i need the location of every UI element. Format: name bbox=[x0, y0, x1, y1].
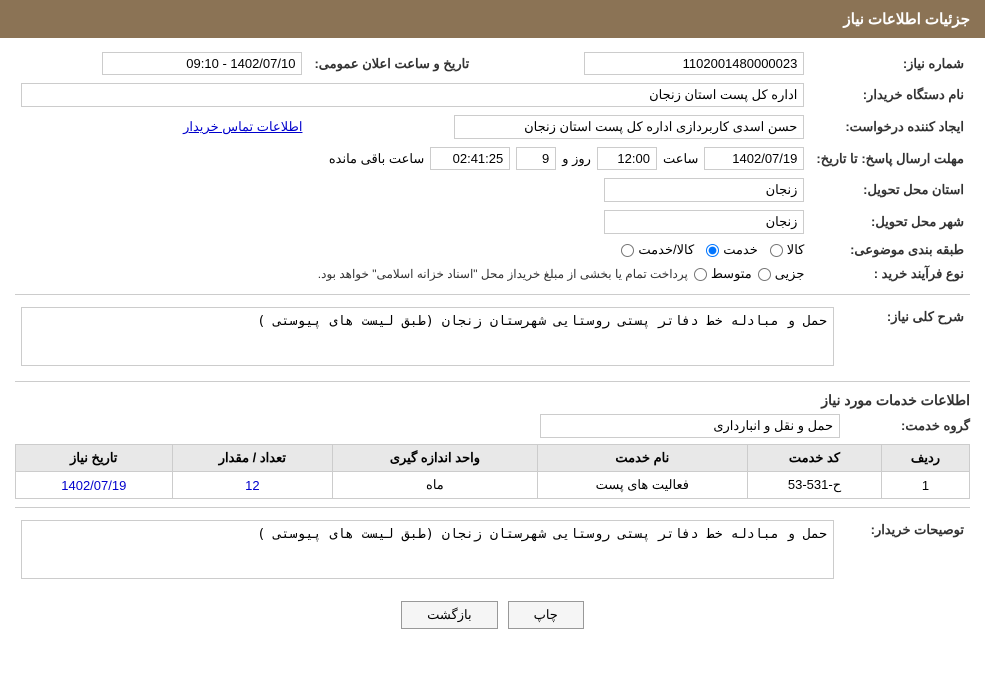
page-wrapper: جزئیات اطلاعات نیاز شماره نیاز: 11020014… bbox=[0, 0, 985, 691]
category-option-service: خدمت bbox=[706, 242, 758, 258]
purchase-radio-partial[interactable] bbox=[758, 268, 771, 281]
print-button[interactable]: چاپ bbox=[508, 601, 584, 629]
col-header-code: کد خدمت bbox=[747, 445, 881, 472]
purchase-partial-label: جزیی bbox=[775, 266, 805, 282]
purchase-type-partial: جزیی bbox=[758, 266, 805, 282]
cell-unit: ماه bbox=[333, 472, 537, 499]
deadline-time-label: ساعت bbox=[663, 151, 698, 167]
category-radio-goods[interactable] bbox=[770, 244, 783, 257]
need-description-label: شرح کلی نیاز: bbox=[840, 303, 970, 373]
service-group-value: حمل و نقل و انبارداری bbox=[540, 414, 840, 438]
deadline-remaining: 02:41:25 bbox=[430, 147, 510, 170]
back-button[interactable]: بازگشت bbox=[401, 601, 497, 629]
category-both-label: کالا/خدمت bbox=[638, 242, 694, 258]
cell-date: 1402/07/19 bbox=[16, 472, 173, 499]
buyer-desc-table: توصیحات خریدار: bbox=[15, 516, 970, 586]
cell-qty: 12 bbox=[172, 472, 333, 499]
service-group-row: گروه خدمت: حمل و نقل و انبارداری bbox=[15, 414, 970, 438]
purchase-medium-label: متوسط bbox=[711, 266, 752, 282]
city-value: زنجان bbox=[604, 210, 804, 234]
col-header-qty: تعداد / مقدار bbox=[172, 445, 333, 472]
action-buttons: چاپ بازگشت bbox=[15, 601, 970, 629]
table-row: 1 ح-531-53 فعالیت های پست ماه 12 1402/07… bbox=[16, 472, 970, 499]
creator-value: حسن اسدی کاربردازی اداره کل پست استان زن… bbox=[454, 115, 804, 139]
category-option-goods: کالا bbox=[770, 242, 805, 258]
province-value: زنجان bbox=[604, 178, 804, 202]
deadline-label: مهلت ارسال پاسخ: تا تاریخ: bbox=[810, 143, 970, 174]
services-table: ردیف کد خدمت نام خدمت واحد اندازه گیری ت… bbox=[15, 444, 970, 499]
purchase-radio-medium[interactable] bbox=[694, 268, 707, 281]
category-radio-both[interactable] bbox=[621, 244, 634, 257]
need-number-value: 1102001480000023 bbox=[584, 52, 804, 75]
col-header-unit: واحد اندازه گیری bbox=[333, 445, 537, 472]
category-radio-group: کالا خدمت کالا/خدمت bbox=[21, 242, 804, 258]
category-label: طبقه بندی موضوعی: bbox=[810, 238, 970, 262]
city-label: شهر محل تحویل: bbox=[810, 206, 970, 238]
date-label: تاریخ و ساعت اعلان عمومی: bbox=[308, 48, 489, 79]
deadline-remaining-label: ساعت باقی مانده bbox=[329, 151, 424, 167]
province-label: استان محل تحویل: bbox=[810, 174, 970, 206]
services-section-title: اطلاعات خدمات مورد نیاز bbox=[15, 392, 970, 409]
buyer-description-label: توصیحات خریدار: bbox=[840, 516, 970, 586]
buyer-description-textarea[interactable] bbox=[21, 520, 834, 579]
purchase-type-note: پرداخت تمام یا بخشی از مبلغ خریداز محل "… bbox=[318, 267, 688, 281]
deadline-date: 1402/07/19 bbox=[704, 147, 804, 170]
cell-row: 1 bbox=[881, 472, 969, 499]
category-service-label: خدمت bbox=[723, 242, 758, 258]
deadline-time: 12:00 bbox=[597, 147, 657, 170]
cell-code: ح-531-53 bbox=[747, 472, 881, 499]
deadline-days-label: روز و bbox=[562, 151, 591, 167]
buyer-org-value: اداره کل پست استان زنجان bbox=[21, 83, 804, 107]
cell-name: فعالیت های پست bbox=[537, 472, 747, 499]
category-option-both: کالا/خدمت bbox=[621, 242, 694, 258]
need-description-textarea[interactable] bbox=[21, 307, 834, 366]
page-title: جزئیات اطلاعات نیاز bbox=[844, 11, 971, 28]
service-group-label: گروه خدمت: bbox=[840, 418, 970, 434]
divider-3 bbox=[15, 507, 970, 508]
deadline-days: 9 bbox=[516, 147, 556, 170]
description-table: شرح کلی نیاز: bbox=[15, 303, 970, 373]
main-content: شماره نیاز: 1102001480000023 تاریخ و ساع… bbox=[0, 38, 985, 654]
category-goods-label: کالا bbox=[787, 242, 805, 258]
purchase-type-label: نوع فرآیند خرید : bbox=[810, 262, 970, 286]
main-form-table: شماره نیاز: 1102001480000023 تاریخ و ساع… bbox=[15, 48, 970, 286]
divider-2 bbox=[15, 381, 970, 382]
date-value: 1402/07/10 - 09:10 bbox=[102, 52, 302, 75]
col-header-name: نام خدمت bbox=[537, 445, 747, 472]
category-radio-service[interactable] bbox=[706, 244, 719, 257]
creator-label: ایجاد کننده درخواست: bbox=[810, 111, 970, 143]
page-header: جزئیات اطلاعات نیاز bbox=[0, 0, 985, 38]
contact-link[interactable]: اطلاعات تماس خریدار bbox=[183, 119, 302, 134]
purchase-type-medium: متوسط bbox=[694, 266, 752, 282]
buyer-org-label: نام دستگاه خریدار: bbox=[810, 79, 970, 111]
divider-1 bbox=[15, 294, 970, 295]
col-header-date: تاریخ نیاز bbox=[16, 445, 173, 472]
need-number-label: شماره نیاز: bbox=[810, 48, 970, 79]
col-header-row: ردیف bbox=[881, 445, 969, 472]
